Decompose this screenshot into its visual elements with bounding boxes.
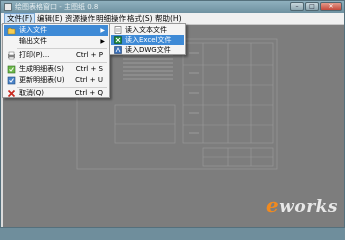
text-file-icon xyxy=(114,26,122,34)
menu-separator xyxy=(17,62,107,63)
printer-icon xyxy=(7,51,16,60)
folder-icon xyxy=(7,26,16,35)
menu-separator xyxy=(17,48,107,49)
eworks-watermark: eworks xyxy=(265,193,338,217)
submenu-arrow-icon: ▶ xyxy=(100,38,105,45)
file-menu-dropdown: 读入文件 ▶ 输出文件 ▶ 打印(P)... Ctrl + P 生成明细表(S)… xyxy=(2,23,110,98)
menu-item-cancel[interactable]: 取消(Q) Ctrl + Q xyxy=(4,88,108,99)
window-title: 绘图表格窗口 - 主图纸 0.8 xyxy=(15,3,99,11)
submenu-item-text-file[interactable]: 读入文本文件 xyxy=(111,25,184,35)
cancel-icon xyxy=(7,89,16,98)
menu-item-update-table[interactable]: 更新明细表(U) Ctrl + U xyxy=(4,75,108,86)
title-bar[interactable]: 绘图表格窗口 - 主图纸 0.8 – □ ✕ xyxy=(1,1,344,13)
update-icon xyxy=(7,76,16,85)
submenu-item-excel-file[interactable]: 读入Excel文件 xyxy=(111,35,184,45)
menu-item-export-file[interactable]: 输出文件 ▶ xyxy=(4,36,108,47)
close-button[interactable]: ✕ xyxy=(320,2,342,11)
generate-icon xyxy=(7,65,16,74)
submenu-item-dwg-file[interactable]: 读入DWG文件 xyxy=(111,45,184,55)
app-icon xyxy=(4,3,12,11)
minimize-button[interactable]: – xyxy=(290,2,304,11)
maximize-button[interactable]: □ xyxy=(305,2,319,11)
dwg-icon xyxy=(114,46,122,54)
open-file-submenu: 读入文本文件 读入Excel文件 读入DWG文件 xyxy=(109,23,186,55)
submenu-arrow-icon: ▶ xyxy=(100,27,105,34)
menu-item-print[interactable]: 打印(P)... Ctrl + P xyxy=(4,50,108,61)
excel-icon xyxy=(114,36,122,44)
menu-item-generate-table[interactable]: 生成明细表(S) Ctrl + S xyxy=(4,64,108,75)
menu-item-open-file[interactable]: 读入文件 ▶ xyxy=(4,25,108,36)
